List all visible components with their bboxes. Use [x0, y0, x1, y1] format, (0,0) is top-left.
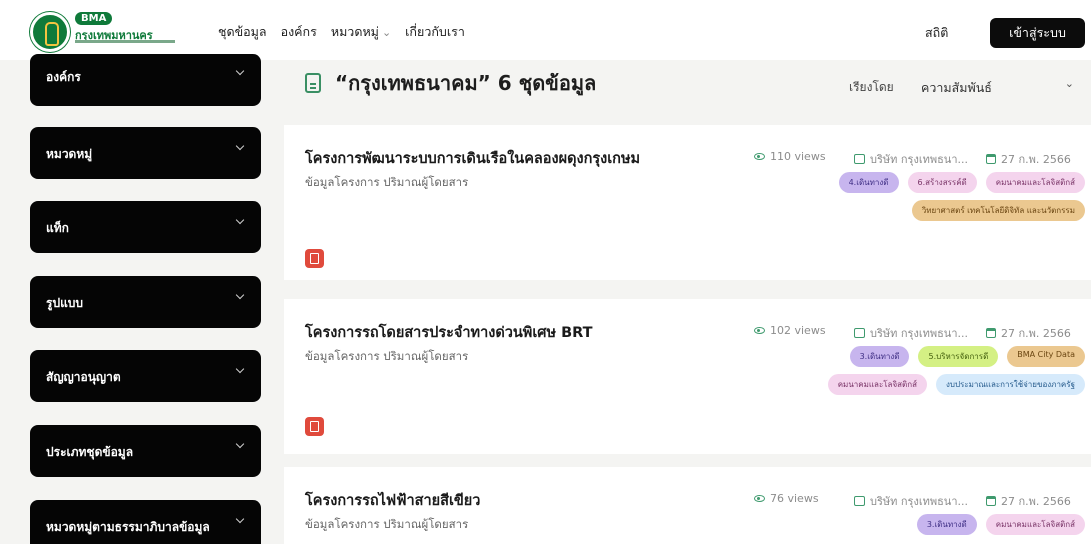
filter-label: สัญญาอนุญาต	[46, 370, 121, 384]
eye-icon	[754, 495, 765, 502]
chevron-down-icon	[237, 70, 245, 78]
chevron-down-icon	[237, 219, 245, 227]
dataset-title[interactable]: โครงการรถโดยสารประจำทางด่วนพิเศษ BRT	[305, 321, 593, 344]
logo-badge: BMA	[75, 12, 113, 25]
dataset-row[interactable]: โครงการรถโดยสารประจำทางด่วนพิเศษ BRT ข้อ…	[284, 299, 1091, 454]
nav-categories[interactable]: หมวดหมู่ ⌄	[331, 22, 391, 42]
filter-label: ประเภทชุดข้อมูล	[46, 445, 134, 459]
dataset-date: 27 ก.พ. 2566	[986, 324, 1071, 342]
chevron-down-icon	[237, 443, 245, 451]
dataset-title[interactable]: โครงการรถไฟฟ้าสายสีเขียว	[305, 489, 480, 512]
filter-tags[interactable]: แท็ก	[30, 201, 261, 253]
calendar-icon	[986, 496, 996, 506]
dataset-views: 76 views	[754, 492, 819, 505]
dataset-org: บริษัท กรุงเทพธนา...	[854, 324, 968, 342]
organization-icon	[854, 328, 865, 338]
tag-chip[interactable]: 4.เดินทางดี	[838, 172, 899, 193]
date-text: 27 ก.พ. 2566	[1001, 153, 1071, 166]
nav-datasets[interactable]: ชุดข้อมูล	[218, 22, 267, 42]
eye-icon	[754, 153, 765, 160]
chevron-down-icon: ⌄	[1064, 77, 1074, 90]
filter-dataset-type[interactable]: ประเภทชุดข้อมูล	[30, 425, 261, 477]
filter-governance-category[interactable]: หมวดหมู่ตามธรรมาภิบาลข้อมูล	[30, 500, 261, 544]
tag-chip[interactable]: 3.เดินทางดี	[916, 514, 977, 535]
sort-select[interactable]: ความสัมพันธ์ ⌄	[919, 71, 1084, 101]
tag-list: 3.เดินทางดี 5.บริหารจัดการดี BMA City Da…	[785, 346, 1085, 395]
dataset-row[interactable]: โครงการพัฒนาระบบการเดินเรือในคลองผดุงกรุ…	[284, 125, 1091, 280]
dataset-views: 110 views	[754, 150, 826, 163]
login-button[interactable]: เข้าสู่ระบบ	[990, 18, 1085, 48]
dataset-org: บริษัท กรุงเทพธนา...	[854, 492, 968, 510]
results-heading: “กรุงเทพธนาคม” 6 ชุดข้อมูล	[305, 67, 596, 99]
chevron-down-icon	[237, 294, 245, 302]
date-text: 27 ก.พ. 2566	[1001, 327, 1071, 340]
tag-chip[interactable]: 3.เดินทางดี	[849, 346, 910, 367]
bma-seal-icon	[30, 12, 70, 52]
tag-chip[interactable]: BMA City Data	[1007, 346, 1085, 367]
dataset-date: 27 ก.พ. 2566	[986, 492, 1071, 510]
views-count: 102 views	[770, 324, 826, 337]
chevron-down-icon	[237, 518, 245, 526]
tag-chip[interactable]: คมนาคมและโลจิสติกส์	[827, 374, 927, 395]
bma-logo[interactable]: BMA กรุงเทพมหานคร	[30, 12, 188, 52]
filter-label: หมวดหมู่	[46, 147, 93, 161]
dataset-date: 27 ก.พ. 2566	[986, 150, 1071, 168]
pdf-file-icon[interactable]	[305, 249, 324, 268]
dataset-row[interactable]: โครงการรถไฟฟ้าสายสีเขียว ข้อมูลโครงการ ป…	[284, 467, 1091, 544]
tag-list: 4.เดินทางดี 6.สร้างสรรค์ดี คมนาคมและโลจิ…	[785, 172, 1085, 221]
pdf-file-icon[interactable]	[305, 417, 324, 436]
nav-statistics[interactable]: สถิติ	[925, 23, 948, 43]
tag-chip[interactable]: คมนาคมและโลจิสติกส์	[985, 172, 1085, 193]
filter-organization[interactable]: องค์กร	[30, 54, 261, 106]
tag-list: 3.เดินทางดี คมนาคมและโลจิสติกส์	[785, 514, 1085, 535]
dataset-subtitle: ข้อมูลโครงการ ปริมาณผู้โดยสาร	[305, 175, 469, 189]
filter-license[interactable]: สัญญาอนุญาต	[30, 350, 261, 402]
date-text: 27 ก.พ. 2566	[1001, 495, 1071, 508]
sort-label: เรียงโดย	[849, 80, 894, 94]
main-nav: ชุดข้อมูล องค์กร หมวดหมู่ ⌄ เกี่ยวกับเรา	[218, 22, 465, 42]
dataset-subtitle: ข้อมูลโครงการ ปริมาณผู้โดยสาร	[305, 349, 469, 363]
tag-chip[interactable]: งบประมาณและการใช้จ่ายของภาครัฐ	[935, 374, 1085, 395]
tag-chip[interactable]: 6.สร้างสรรค์ดี	[907, 172, 977, 193]
org-name: บริษัท กรุงเทพธนา...	[870, 495, 968, 508]
results-title: “กรุงเทพธนาคม” 6 ชุดข้อมูล	[335, 71, 597, 95]
dataset-subtitle: ข้อมูลโครงการ ปริมาณผู้โดยสาร	[305, 517, 469, 531]
filter-format[interactable]: รูปแบบ	[30, 276, 261, 328]
tag-chip[interactable]: วิทยาศาสตร์ เทคโนโลยีดิจิทัล และนวัตกรรม	[911, 200, 1085, 221]
top-header: BMA กรุงเทพมหานคร ชุดข้อมูล องค์กร หมวดห…	[0, 0, 1091, 60]
chevron-down-icon	[237, 368, 245, 376]
tag-chip[interactable]: คมนาคมและโลจิสติกส์	[985, 514, 1085, 535]
filter-label: องค์กร	[46, 70, 81, 84]
filter-label: รูปแบบ	[46, 296, 84, 310]
views-count: 110 views	[770, 150, 826, 163]
dataset-views: 102 views	[754, 324, 826, 337]
calendar-icon	[986, 328, 996, 338]
chevron-down-icon	[237, 145, 245, 153]
nav-categories-label: หมวดหมู่	[330, 24, 379, 39]
filter-label: หมวดหมู่ตามธรรมาภิบาลข้อมูล	[46, 520, 210, 534]
calendar-icon	[986, 154, 996, 164]
logo-subtitle-graphic	[75, 40, 175, 43]
org-name: บริษัท กรุงเทพธนา...	[870, 153, 968, 166]
nav-about[interactable]: เกี่ยวกับเรา	[405, 22, 465, 42]
filter-label: แท็ก	[46, 221, 69, 235]
tag-chip[interactable]: 5.บริหารจัดการดี	[918, 346, 999, 367]
organization-icon	[854, 496, 865, 506]
dataset-title[interactable]: โครงการพัฒนาระบบการเดินเรือในคลองผดุงกรุ…	[305, 147, 640, 170]
views-count: 76 views	[770, 492, 819, 505]
filter-category[interactable]: หมวดหมู่	[30, 127, 261, 179]
nav-organizations[interactable]: องค์กร	[281, 22, 317, 42]
sort-value: ความสัมพันธ์	[921, 80, 992, 95]
chevron-down-icon: ⌄	[381, 26, 392, 39]
eye-icon	[754, 327, 765, 334]
organization-icon	[854, 154, 865, 164]
document-icon	[305, 73, 321, 93]
dataset-org: บริษัท กรุงเทพธนา...	[854, 150, 968, 168]
org-name: บริษัท กรุงเทพธนา...	[870, 327, 968, 340]
